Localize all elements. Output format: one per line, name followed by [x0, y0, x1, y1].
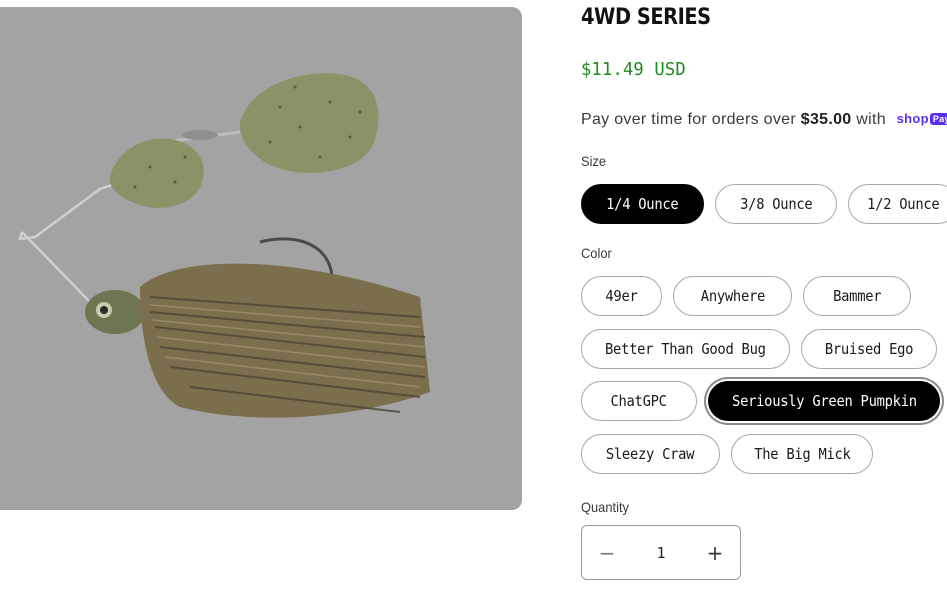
installments-suffix: with: [851, 111, 891, 128]
installments-message: Pay over time for orders over $35.00 wit…: [581, 111, 947, 129]
color-label: Color: [581, 245, 612, 261]
size-option-1-4-ounce[interactable]: 1/4 Ounce: [581, 184, 704, 224]
color-option-the-big-mick[interactable]: The Big Mick: [731, 434, 873, 474]
installments-amount: $35.00: [800, 111, 852, 128]
quantity-decrease-button[interactable]: −: [582, 526, 632, 579]
shop-pay-logo[interactable]: shopPay: [897, 111, 947, 126]
color-option-49er[interactable]: 49er: [581, 276, 662, 316]
color-option-sleezy-craw[interactable]: Sleezy Craw: [581, 434, 720, 474]
color-option-bruised-ego[interactable]: Bruised Ego: [801, 329, 937, 369]
product-info: 4WD SERIES $11.49 USD Pay over time for …: [581, 0, 947, 596]
color-option-seriously-green-pumpkin[interactable]: Seriously Green Pumpkin: [708, 381, 940, 421]
color-option-better-than-good-bug[interactable]: Better Than Good Bug: [581, 329, 790, 369]
color-option-bammer[interactable]: Bammer: [803, 276, 911, 316]
quantity-label: Quantity: [581, 499, 629, 515]
size-option-3-8-ounce[interactable]: 3/8 Ounce: [715, 184, 837, 224]
shop-pay-brand: shop: [896, 110, 929, 126]
shop-pay-badge: Pay: [929, 113, 947, 126]
product-title: 4WD SERIES: [581, 5, 711, 30]
size-label: Size: [581, 153, 607, 169]
size-option-1-2-ounce[interactable]: 1/2 Ounce: [848, 184, 947, 224]
installments-prefix: Pay over time for orders over: [581, 111, 801, 128]
color-option-chatgpc[interactable]: ChatGPC: [581, 381, 697, 421]
quantity-input[interactable]: 1: [632, 526, 690, 579]
quantity-increase-button[interactable]: +: [690, 526, 740, 579]
product-image[interactable]: [0, 7, 522, 510]
product-price: $11.49 USD: [581, 59, 686, 80]
spinnerbait-lure-image: [18, 73, 430, 418]
color-option-anywhere[interactable]: Anywhere: [673, 276, 792, 316]
quantity-stepper: − 1 +: [581, 525, 741, 580]
